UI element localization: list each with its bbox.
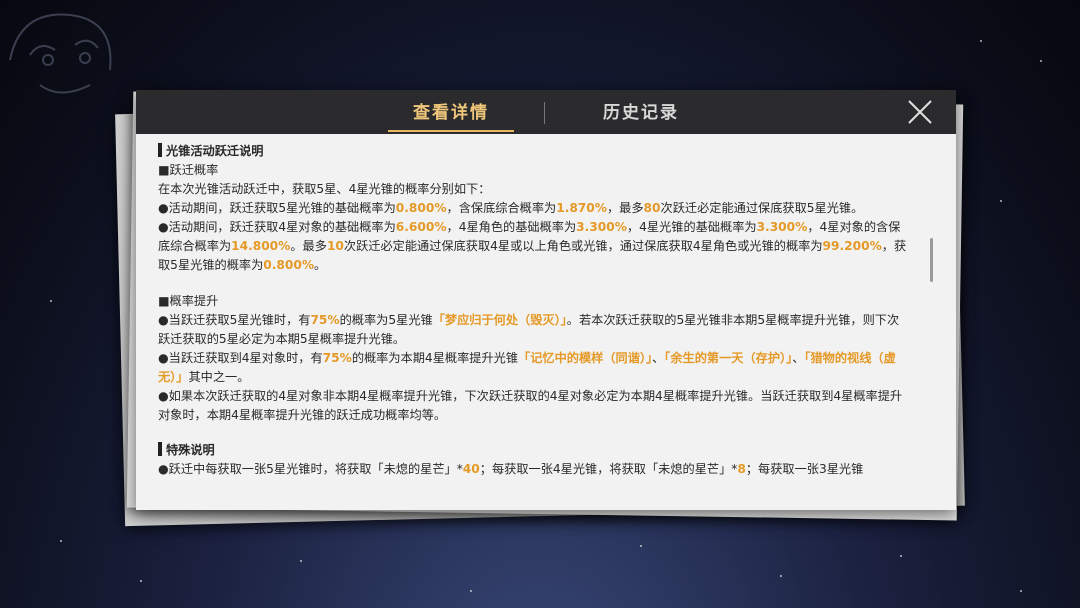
text: ；每获取一张4星光锥，将获取「未熄的星芒」* (479, 462, 738, 476)
star (1040, 60, 1042, 62)
rate-bullet-4star: ●活动期间，跃迁获取4星对象的基础概率为6.600%，4星角色的基础概率为3.3… (158, 218, 910, 275)
text: 、 (652, 351, 665, 365)
light-cone-name: 「余生的第一天（存护）」 (664, 351, 793, 365)
highlight-value: 75% (322, 351, 352, 365)
rate-up-bullet-5star: ●当跃迁获取5星光锥时，有75%的概率为5星光锥「梦应归于何处（毁灭）」。若本次… (158, 311, 910, 349)
special-bullet-starlight: ●跃迁中每获取一张5星光锥时，将获取「未熄的星芒」*40；每获取一张4星光锥，将… (158, 460, 910, 479)
star (50, 300, 52, 302)
text: 、 (792, 351, 805, 365)
tab-history[interactable]: 历史记录 (576, 90, 706, 134)
text: 。 (314, 258, 327, 272)
section-marker (158, 442, 162, 456)
section-marker (158, 143, 162, 157)
highlight-value: 99.200% (822, 239, 882, 253)
highlight-value: 8 (737, 462, 746, 476)
text: ●当跃迁获取到4星对象时，有 (158, 351, 323, 365)
rate-up-bullet-4star: ●当跃迁获取到4星对象时，有75%的概率为本期4星概率提升光锥「记忆中的模样（同… (158, 349, 910, 387)
light-cone-name: 「记忆中的模样（同谐）」 (518, 351, 653, 365)
text: ，4星光锥的基础概率为 (626, 220, 757, 234)
rate-bullet-5star: ●活动期间，跃迁获取5星光锥的基础概率为0.800%，含保底综合概率为1.870… (158, 199, 910, 218)
star (60, 540, 62, 542)
section-title: 光锥活动跃迁说明 (158, 142, 910, 161)
content-scrollbar[interactable] (930, 230, 934, 290)
rate-up-bullet-guarantee: ●如果本次跃迁获取的4星对象非本期4星概率提升光锥，下次跃迁获取的4星对象必定为… (158, 389, 903, 422)
tab-details-label: 查看详情 (413, 103, 489, 123)
light-cone-name: 「梦应归于何处（毁灭）」 (432, 313, 567, 327)
star (1020, 590, 1022, 592)
highlight-value: 3.300% (576, 220, 627, 234)
active-tab-indicator (388, 130, 514, 132)
text: ，最多 (606, 201, 644, 215)
text: 次跃迁必定能通过保底获取5星光锥。 (660, 201, 864, 215)
highlight-value: 3.300% (756, 220, 808, 234)
highlight-value: 10 (326, 239, 344, 253)
text: ●活动期间，跃迁获取4星对象的基础概率为 (158, 220, 396, 234)
tab-history-label: 历史记录 (603, 103, 679, 123)
highlight-value: 0.800% (263, 258, 315, 272)
star (900, 555, 902, 557)
star (640, 545, 642, 547)
close-icon[interactable] (906, 98, 934, 126)
highlight-value: 0.800% (395, 201, 447, 215)
text: 次跃迁必定能通过保底获取4星或以上角色或光锥，通过保底获取4星角色或光锥的概率为 (343, 239, 823, 253)
special-section-title-text: 特殊说明 (166, 443, 215, 457)
highlight-value: 1.870% (556, 201, 607, 215)
text: 的概率为本期4星概率提升光锥 (351, 351, 519, 365)
star (1000, 200, 1002, 202)
rate-intro: 在本次光锥活动跃迁中，获取5星、4星光锥的概率分别如下： (158, 182, 491, 196)
text: 。最多 (290, 239, 327, 253)
scrollbar-thumb[interactable] (930, 238, 933, 282)
highlight-value: 75% (310, 313, 340, 327)
details-dialog: 查看详情 历史记录 光锥活动跃迁说明 ■跃迁概率 在本次光锥活动跃迁中，获取5星… (136, 90, 956, 510)
details-content: 光锥活动跃迁说明 ■跃迁概率 在本次光锥活动跃迁中，获取5星、4星光锥的概率分别… (158, 142, 910, 500)
highlight-value: 6.600% (395, 220, 447, 234)
text: 的概率为5星光锥 (339, 313, 433, 327)
mascot-doodle (9, 13, 112, 94)
text: ●当跃迁获取5星光锥时，有 (158, 313, 311, 327)
dialog-header: 查看详情 历史记录 (136, 90, 956, 134)
star (300, 560, 302, 562)
text: ●活动期间，跃迁获取5星光锥的基础概率为 (158, 201, 396, 215)
text: 其中之一。 (188, 370, 250, 384)
star (980, 40, 982, 42)
star (470, 590, 472, 592)
highlight-value: 14.800% (231, 239, 291, 253)
text: ，含保底综合概率为 (446, 201, 557, 215)
tab-details[interactable]: 查看详情 (386, 90, 516, 134)
section-title-text: 光锥活动跃迁说明 (166, 144, 264, 158)
text: ●跃迁中每获取一张5星光锥时，将获取「未熄的星芒」* (158, 462, 463, 476)
rate-heading: ■跃迁概率 (158, 163, 219, 177)
tab-divider (544, 102, 545, 124)
special-section-title: 特殊说明 (158, 441, 910, 460)
text: ；每获取一张3星光锥 (745, 462, 864, 476)
text: ，4星角色的基础概率为 (446, 220, 577, 234)
rate-up-heading: ■概率提升 (158, 294, 219, 308)
highlight-value: 80 (643, 201, 661, 215)
star (780, 575, 782, 577)
highlight-value: 40 (462, 462, 480, 476)
star (140, 580, 142, 582)
